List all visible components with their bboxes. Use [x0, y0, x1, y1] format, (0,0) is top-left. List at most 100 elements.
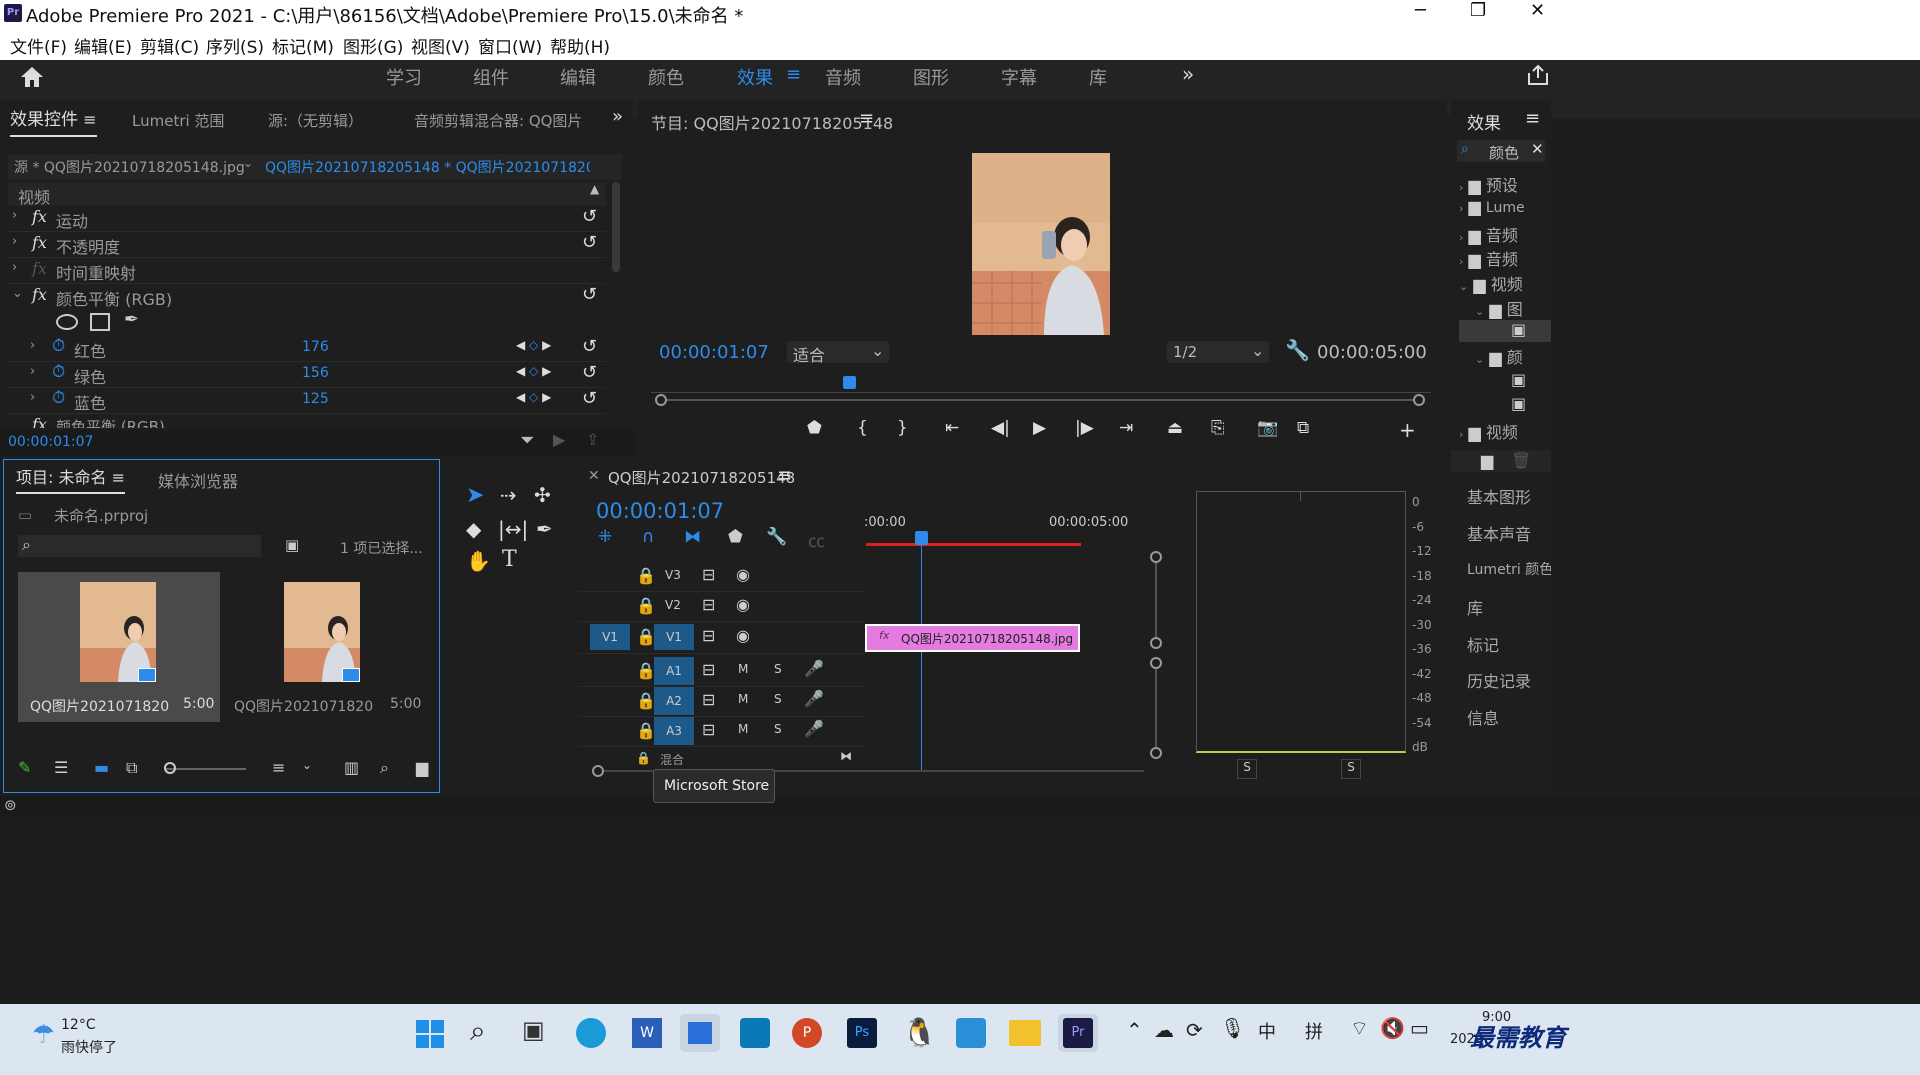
list-view-icon[interactable]: ☰	[54, 758, 68, 777]
chevron-down-icon[interactable]: ⌄	[243, 156, 253, 170]
expand-icon[interactable]: ›	[12, 260, 17, 275]
microphone-icon[interactable]: 🎤	[804, 659, 824, 678]
collapse-up-icon[interactable]: ▲	[590, 182, 599, 196]
photos-icon[interactable]	[956, 1018, 986, 1048]
slip-tool-icon[interactable]: |↔|	[498, 517, 528, 541]
sync-lock-icon[interactable]: ⊟	[702, 595, 715, 614]
close-button[interactable]: ✕	[1530, 0, 1545, 21]
zoom-slider[interactable]	[166, 768, 246, 770]
clear-search-icon[interactable]: ✕	[1531, 140, 1544, 158]
stopwatch-icon[interactable]: ⏱	[52, 336, 65, 356]
fit-dropdown[interactable]: 适合 ⌄	[787, 341, 889, 365]
lift-icon[interactable]: ⏏	[1167, 418, 1183, 438]
ws-editing[interactable]: 编辑	[560, 64, 596, 90]
ws-libraries[interactable]: 库	[1089, 64, 1107, 90]
snap-icon[interactable]: ∩	[642, 527, 654, 547]
tab-media-browser[interactable]: 媒体浏览器	[158, 468, 238, 492]
mark-in-icon[interactable]: {	[857, 418, 868, 438]
tree-item-effect[interactable]: ▣	[1511, 370, 1526, 389]
go-to-out-icon[interactable]: ⇥	[1119, 418, 1133, 438]
keyframe-nav[interactable]: ◀ ◇ ▶	[516, 338, 551, 352]
menu-file[interactable]: 文件(F)	[10, 33, 67, 58]
tree-item-presets[interactable]: › ▆ 预设	[1459, 172, 1551, 196]
premiere-taskbar-icon[interactable]: Pr	[1058, 1014, 1098, 1052]
search-icon[interactable]: ⌕	[470, 1014, 486, 1048]
freeform-view-icon[interactable]: ⧉	[126, 758, 137, 778]
pen-mask-icon[interactable]: ✒	[124, 309, 139, 330]
panel-menu-icon[interactable]: ≡	[83, 110, 96, 129]
expand-icon[interactable]: ›	[30, 390, 35, 405]
extract-icon[interactable]: ⎘	[1211, 418, 1225, 438]
maximize-button[interactable]: ❐	[1470, 0, 1486, 21]
razor-tool-icon[interactable]: ◆	[466, 517, 481, 541]
menu-window[interactable]: 窗口(W)	[478, 33, 542, 58]
qq-icon[interactable]: 🐧	[902, 1016, 937, 1049]
solo-button[interactable]: S	[774, 662, 782, 676]
sync-lock-icon[interactable]: ⊟	[702, 626, 715, 645]
export-icon[interactable]: ⇪	[586, 430, 599, 449]
ws-more-icon[interactable]: »	[1182, 62, 1194, 86]
info-link[interactable]: 信息	[1467, 705, 1499, 729]
ws-audio[interactable]: 音频	[825, 64, 861, 90]
wifi-icon[interactable]: ⌔	[1350, 1016, 1369, 1041]
sequence-tab[interactable]: QQ图片20210718205148	[608, 467, 795, 488]
timeline-timecode[interactable]: 00:00:01:07	[596, 499, 724, 523]
expand-icon[interactable]: ›	[12, 234, 17, 249]
program-timecode[interactable]: 00:00:01:07	[659, 342, 769, 363]
tree-item-effect[interactable]: ▣	[1511, 394, 1526, 413]
solo-right-button[interactable]: S	[1341, 759, 1361, 779]
tree-item-color-correction[interactable]: ⌄ ▆ 颜	[1475, 344, 1551, 368]
collapse-icon[interactable]: ⌄	[12, 286, 23, 301]
param-row-blue[interactable]: › ⏱ 蓝色 125 ◀ ◇ ▶ ↺	[8, 388, 606, 414]
effect-row[interactable]: ⌄ fx 颜色平衡 (RGB) ↺	[8, 284, 606, 310]
app-icon-blue[interactable]	[740, 1018, 770, 1048]
microphone-icon[interactable]: 🎤	[804, 689, 824, 708]
param-row-green[interactable]: › ⏱ 绿色 156 ◀ ◇ ▶ ↺	[8, 362, 606, 388]
program-ruler[interactable]	[651, 373, 1431, 393]
lumetri-color-link[interactable]: Lumetri 颜色	[1467, 559, 1551, 579]
work-area-bar[interactable]	[866, 543, 1081, 546]
step-forward-icon[interactable]: |▶	[1075, 418, 1094, 438]
file-explorer-icon[interactable]	[1009, 1020, 1041, 1046]
reset-icon[interactable]: ↺	[582, 362, 597, 383]
lock-icon[interactable]: 🔒	[636, 721, 656, 740]
mark-out-icon[interactable]: }	[897, 418, 908, 438]
resolution-dropdown[interactable]: 1/2 ⌄	[1167, 341, 1269, 363]
word-icon[interactable]: W	[632, 1018, 662, 1048]
mute-speaker-icon[interactable]: 🔇	[1380, 1016, 1405, 1040]
effect-row[interactable]: › fx 运动 ↺	[8, 206, 606, 232]
export-frame-camera-icon[interactable]: 📷	[1257, 418, 1278, 438]
settings-wrench-icon[interactable]: 🔧	[1285, 338, 1310, 362]
play-audio-icon[interactable]: ▶	[553, 430, 565, 449]
timeline-playhead-handle[interactable]	[915, 531, 928, 545]
lock-icon[interactable]: 🔒	[636, 661, 656, 680]
tab-project[interactable]: 项目: 未命名 ≡	[16, 464, 125, 494]
ws-assembly[interactable]: 组件	[473, 64, 509, 90]
comparison-view-icon[interactable]: ⧉	[1297, 418, 1309, 438]
new-bin-icon[interactable]: ▆	[416, 758, 428, 777]
tree-item-lumetri[interactable]: › ▆ Lume	[1459, 197, 1551, 216]
microsoft-store-icon[interactable]	[680, 1014, 720, 1052]
microphone-icon[interactable]: 🎙	[1220, 1016, 1245, 1040]
lock-icon[interactable]: 🔒	[636, 691, 656, 710]
zoom-scrollbar[interactable]	[655, 394, 1425, 406]
sort-icon[interactable]: ≡	[272, 758, 285, 777]
creative-cloud-icon[interactable]: ⊚	[4, 796, 17, 814]
new-bin-icon[interactable]: ▆	[1481, 451, 1493, 470]
edge-icon[interactable]	[576, 1018, 606, 1048]
find-icon[interactable]: ⌕	[380, 758, 389, 778]
tree-item-selected[interactable]: ▣	[1459, 320, 1551, 342]
solo-left-button[interactable]: S	[1237, 759, 1257, 779]
photoshop-icon[interactable]: Ps	[847, 1018, 877, 1048]
tab-lumetri-scopes[interactable]: Lumetri 范围	[132, 110, 224, 131]
clip-label[interactable]: QQ图片20210718205148 * QQ图片20210718205...	[265, 157, 590, 177]
tree-item-audio-transitions[interactable]: › ▆ 音频	[1459, 246, 1551, 270]
expand-icon[interactable]: ›	[12, 208, 17, 223]
effect-row[interactable]: › fx 不透明度 ↺	[8, 232, 606, 258]
eye-icon[interactable]: ◉	[736, 565, 750, 584]
panels-more-icon[interactable]: »	[612, 106, 623, 127]
sync-lock-icon[interactable]: ⊟	[702, 660, 715, 679]
powerpoint-icon[interactable]: P	[792, 1018, 822, 1048]
tree-item-video-effects[interactable]: ⌄ ▆ 视频	[1459, 271, 1551, 295]
tree-item-image-control[interactable]: ⌄ ▆ 图	[1475, 296, 1551, 320]
